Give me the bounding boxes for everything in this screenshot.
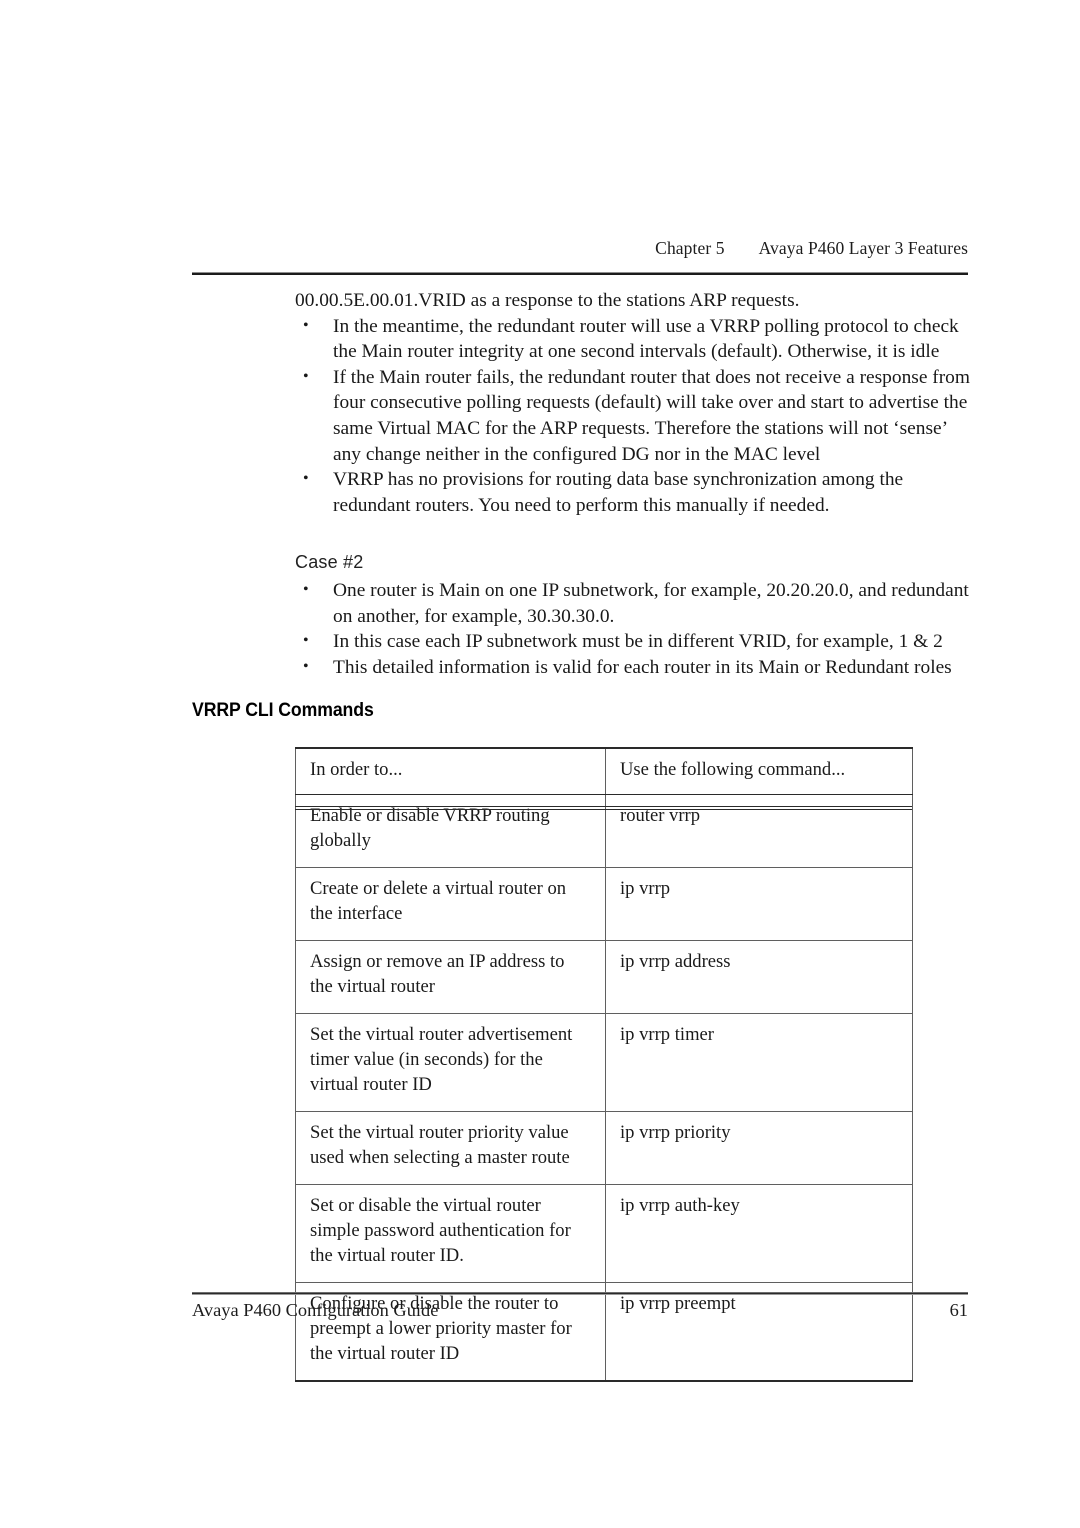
vrrp-cli-commands-table: In order to... Use the following command… [295,747,913,1382]
cell-description: Set or disable the virtual router simple… [295,1184,606,1283]
cell-command: ip vrrp [605,867,913,941]
list-item: In this case each IP subnetwork must be … [295,628,980,655]
cell-description: Create or delete a virtual router on the… [295,867,606,941]
cell-description: Set the virtual router advertisement tim… [295,1013,606,1112]
cell-description: Configure or disable the router to preem… [295,1282,606,1382]
cell-command: ip vrrp preempt [605,1282,913,1382]
table-row: Set the virtual router advertisement tim… [295,1013,913,1112]
cell-description: Assign or remove an IP address to the vi… [295,940,606,1014]
footer-page-number: 61 [949,1300,968,1320]
column-header-command: Use the following command... [605,747,913,795]
cell-command: ip vrrp priority [605,1111,913,1185]
list-item: VRRP has no provisions for routing data … [295,466,975,518]
case-heading: Case #2 [295,552,364,572]
table-row: Configure or disable the router to preem… [295,1282,913,1382]
table-header-double-rule [295,806,912,810]
cell-description: Set the virtual router priority value us… [295,1111,606,1185]
table-row: Set the virtual router priority value us… [295,1111,913,1185]
running-head-title: Avaya P460 Layer 3 Features [758,238,968,258]
column-header-in-order-to: In order to... [295,747,606,795]
footer-document-title: Avaya P460 Configuration Guide [192,1300,439,1320]
intro-bullet-list: In the meantime, the redundant router wi… [295,313,975,519]
running-head-chapter: Chapter 5 [655,238,725,258]
document-page: Chapter 5 Avaya P460 Layer 3 Features 00.… [0,0,1080,1528]
table-row: Create or delete a virtual router on the… [295,867,913,941]
header-rule [192,272,968,275]
list-item: If the Main router fails, the redundant … [295,364,975,467]
list-item: This detailed information is valid for e… [295,654,980,681]
list-item: In the meantime, the redundant router wi… [295,313,975,365]
table-row: Set or disable the virtual router simple… [295,1184,913,1283]
table-row: Assign or remove an IP address to the vi… [295,940,913,1014]
table-header-row: In order to... Use the following command… [295,747,913,795]
body-text-block: 00.00.5E.00.01.VRID as a response to the… [295,288,975,518]
footer-rule [192,1292,968,1295]
lead-paragraph: 00.00.5E.00.01.VRID as a response to the… [295,290,800,311]
list-item: One router is Main on one IP subnetwork,… [295,577,980,629]
cell-command: ip vrrp auth-key [605,1184,913,1283]
cell-command: ip vrrp address [605,940,913,1014]
case-bullet-block: One router is Main on one IP subnetwork,… [295,577,980,681]
cell-command: ip vrrp timer [605,1013,913,1112]
case-bullet-list: One router is Main on one IP subnetwork,… [295,577,980,681]
section-heading: VRRP CLI Commands [192,700,374,721]
page-footer: Avaya P460 Configuration Guide 61 [192,1300,968,1321]
running-head: Chapter 5 Avaya P460 Layer 3 Features [192,238,968,259]
